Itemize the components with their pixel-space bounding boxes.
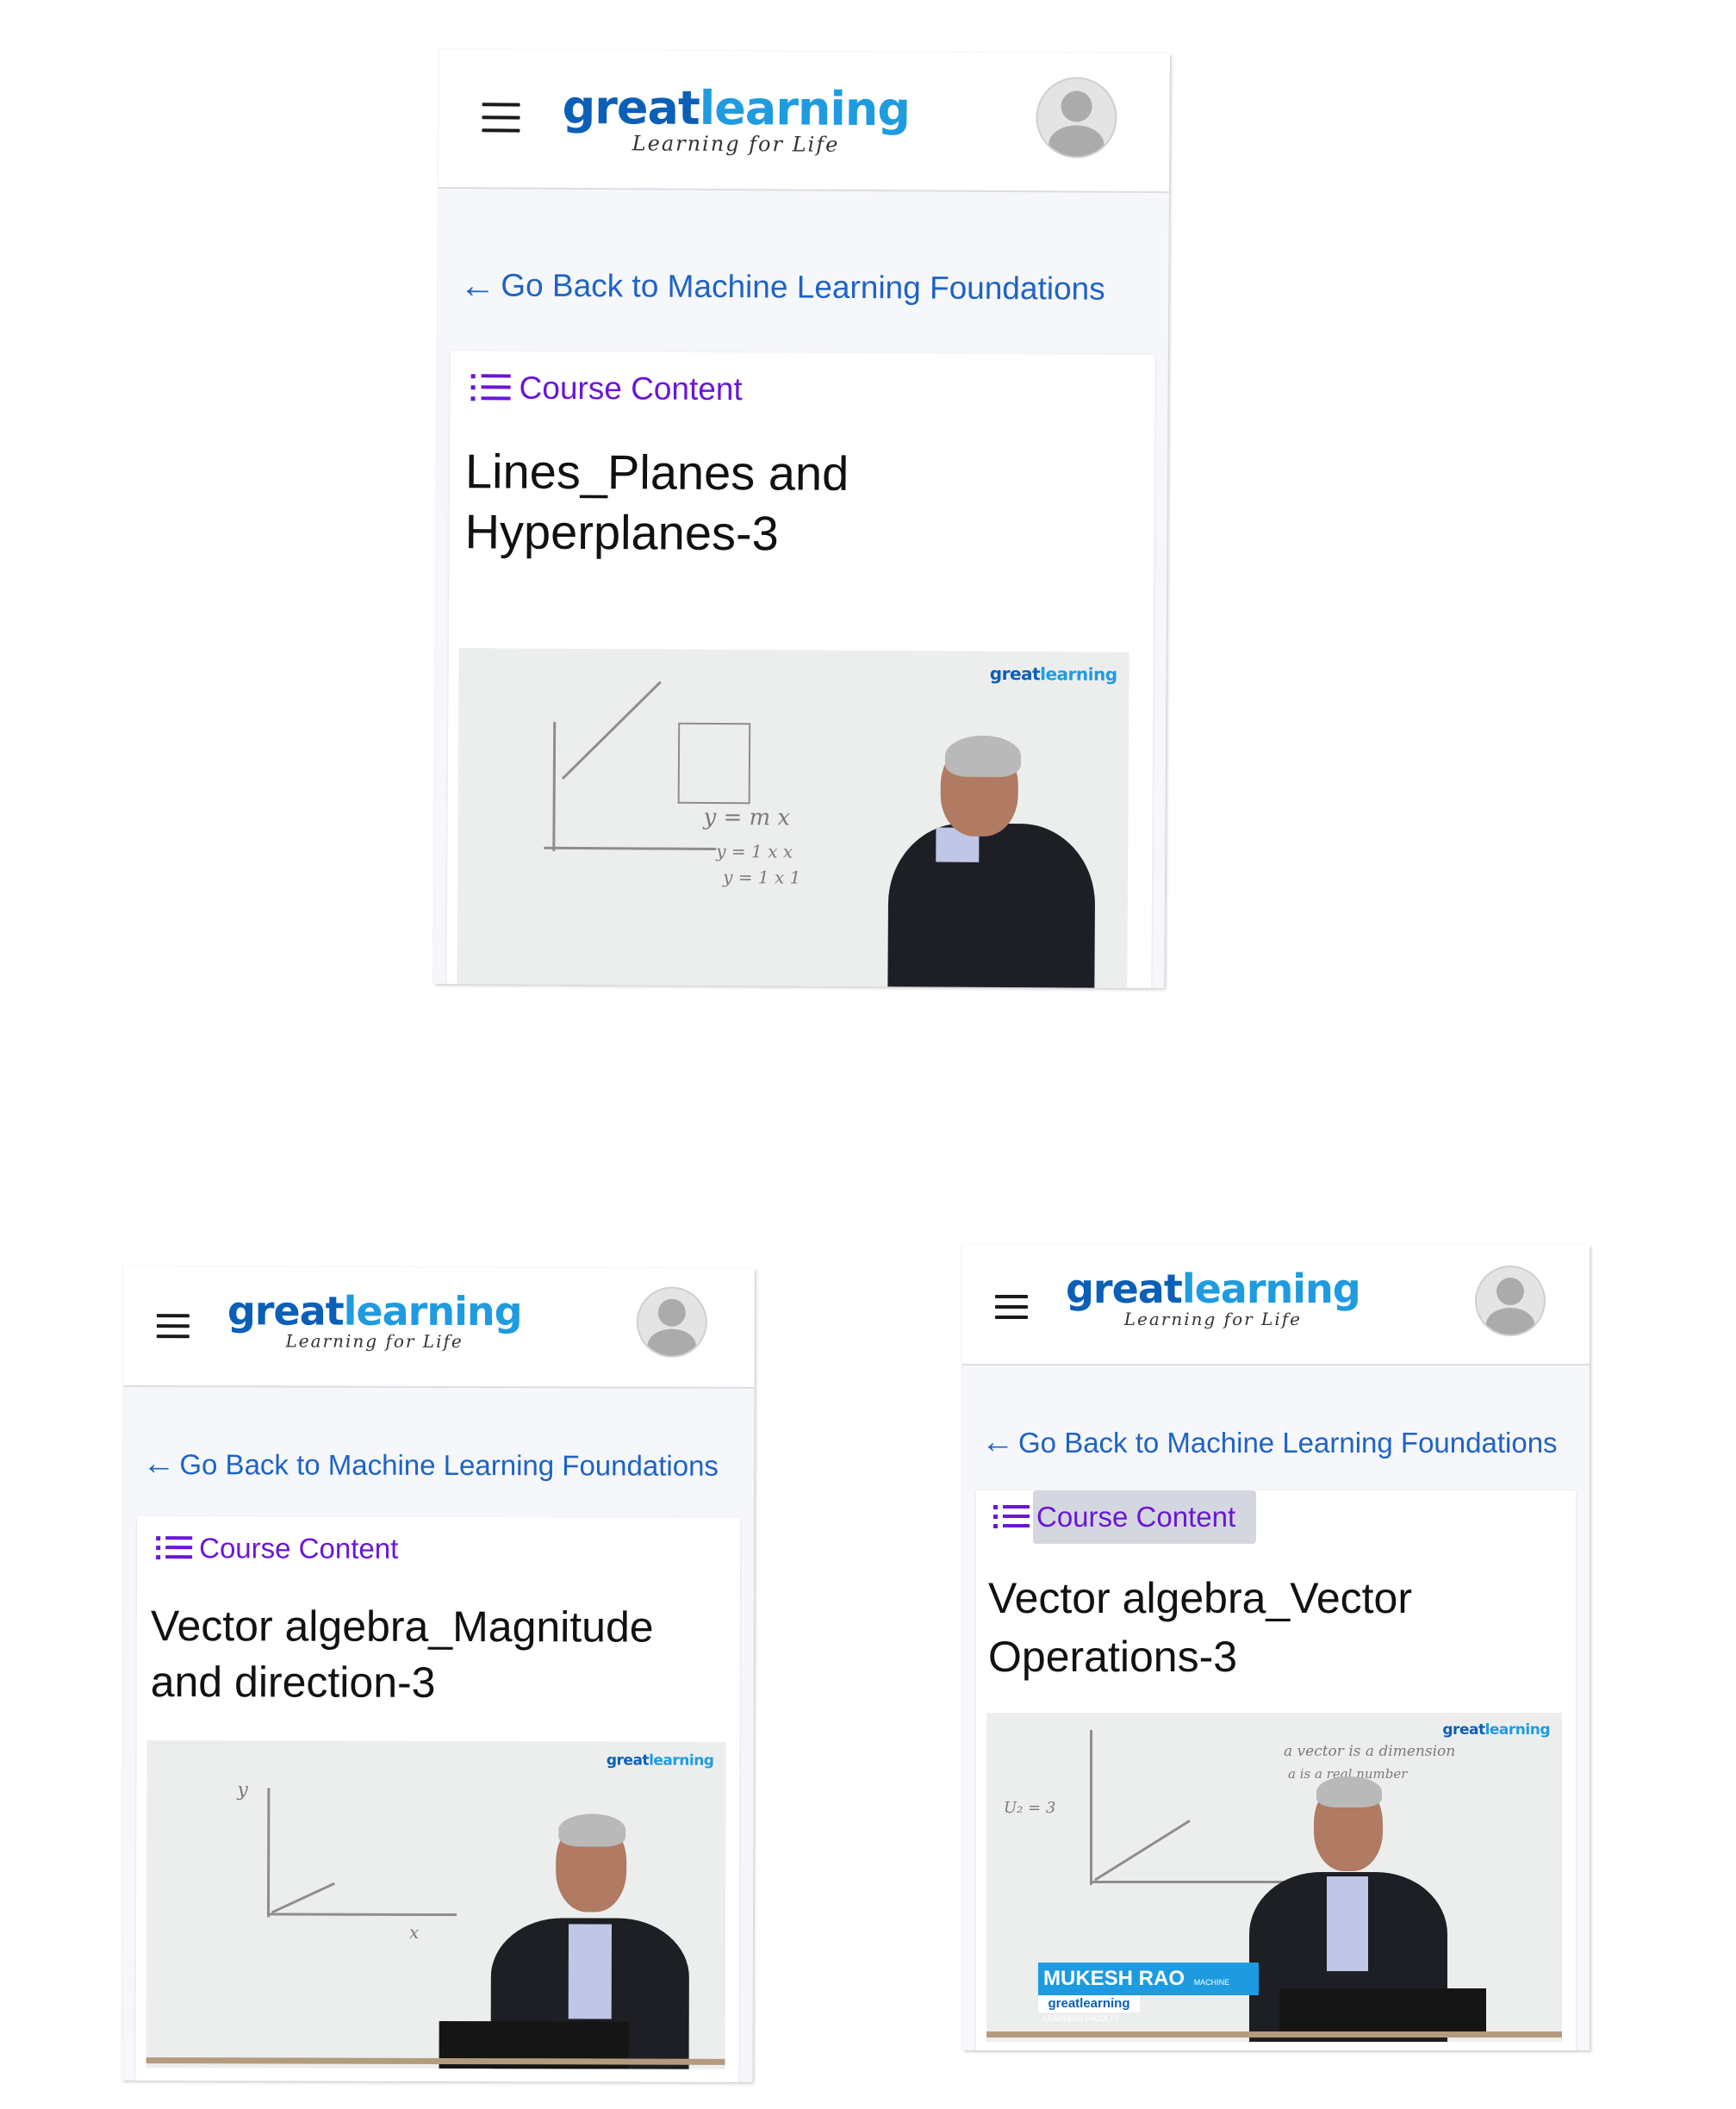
back-link-label: Go Back to Machine Learning Foundations (501, 267, 1105, 307)
presenter-shirt (1327, 1876, 1368, 1971)
logo-tagline: Learning for Life (1123, 1309, 1302, 1329)
greatlearning-logo[interactable]: greatlearning Learning for Life (562, 80, 910, 157)
greatlearning-logo[interactable]: greatlearning Learning for Life (1066, 1269, 1361, 1329)
course-content-label: Course Content (519, 370, 743, 407)
back-to-course-link[interactable]: ← Go Back to Machine Learning Foundation… (459, 264, 1105, 310)
board-note: a vector is a dimension (1284, 1743, 1456, 1760)
presenter-hair (558, 1813, 626, 1847)
presenter-org-banner: greatlearning (1038, 1995, 1140, 2013)
board-y-axis (552, 721, 557, 851)
presenter-hair (1316, 1776, 1382, 1807)
video-watermark-logo: greatlearning (1442, 1721, 1550, 1739)
course-content-button[interactable]: Course Content (470, 370, 743, 407)
top-nav-bar: greatlearning Learning for Life (123, 1266, 755, 1389)
board-equation: y = 1 x x (716, 840, 793, 862)
presenter-figure (887, 823, 1096, 989)
phone-screen-2: greatlearning Learning for Life ← Go Bac… (121, 1266, 755, 2082)
user-avatar-icon[interactable] (1475, 1266, 1546, 1336)
board-x-axis (544, 846, 717, 850)
list-icon (470, 372, 511, 403)
board-equation: y = m x (703, 804, 791, 831)
arrow-left-icon: ← (142, 1446, 176, 1483)
video-player[interactable]: greatlearning y x (146, 1740, 726, 2069)
user-avatar-icon[interactable] (636, 1286, 707, 1358)
list-icon (993, 1503, 1030, 1531)
board-label: x (408, 1921, 420, 1943)
hamburger-menu-icon[interactable] (482, 103, 520, 133)
presenter-shirt (568, 1924, 613, 2019)
board-x-axis (267, 1913, 457, 1917)
logo-tagline: Learning for Life (285, 1330, 464, 1353)
board-note: U₂ = 3 (1004, 1799, 1056, 1817)
user-avatar-icon[interactable] (1036, 77, 1117, 159)
video-watermark-logo: greatlearning (989, 663, 1117, 685)
presenter-hair (944, 735, 1022, 778)
video-player[interactable]: greatlearning a vector is a dimension a … (986, 1713, 1562, 2042)
board-line (561, 681, 662, 781)
course-content-label: Course Content (199, 1532, 399, 1565)
course-content-label: Course Content (1033, 1490, 1257, 1544)
lecture-card: Course Content Vector algebra_Vector Ope… (976, 1490, 1576, 2050)
video-watermark-logo: greatlearning (606, 1751, 714, 1770)
whiteboard-ledge (986, 2031, 1562, 2037)
list-icon (156, 1534, 193, 1562)
course-content-button[interactable]: Course Content (156, 1532, 398, 1565)
phone-screen-1: greatlearning Learning for Life ← Go Bac… (433, 49, 1170, 989)
back-to-course-link[interactable]: ← Go Back to Machine Learning Foundation… (981, 1424, 1558, 1461)
arrow-left-icon: ← (981, 1424, 1014, 1460)
hamburger-menu-icon[interactable] (995, 1295, 1028, 1319)
greatlearning-logo[interactable]: greatlearning Learning for Life (227, 1287, 522, 1353)
lecture-title: Vector algebra_Magnitude and direction-3 (150, 1602, 654, 1707)
hamburger-menu-icon[interactable] (156, 1314, 190, 1339)
lecture-title: Lines_Planes and Hyperplanes-3 (464, 444, 849, 561)
back-link-label: Go Back to Machine Learning Foundations (179, 1447, 719, 1482)
board-equation: y = 1 x 1 (723, 867, 801, 888)
board-table (677, 722, 751, 805)
top-nav-bar: greatlearning Learning for Life (962, 1245, 1590, 1366)
podium (1279, 1988, 1486, 2036)
arrow-left-icon: ← (459, 264, 496, 306)
board-y-axis (1090, 1730, 1092, 1885)
video-player[interactable]: greatlearning y = m x y = 1 x x y = 1 x … (457, 648, 1129, 989)
whiteboard-ledge (146, 2057, 725, 2065)
course-content-button[interactable]: Course Content (993, 1490, 1257, 1544)
board-y-axis (267, 1788, 271, 1918)
presenter-name: MUKESH RAO (1043, 1967, 1185, 1990)
phone-screen-3: greatlearning Learning for Life ← Go Bac… (962, 1245, 1590, 2050)
lecture-title: Vector algebra_Vector Operations-3 (988, 1574, 1412, 1681)
presenter-name-banner: MUKESH RAO MACHINE LEARNING FACULTY (1038, 1963, 1259, 2023)
lecture-card: Course Content Vector algebra_Magnitude … (135, 1516, 741, 2082)
board-vector (271, 1882, 335, 1914)
board-vector (1094, 1820, 1191, 1882)
back-link-label: Go Back to Machine Learning Foundations (1018, 1426, 1558, 1459)
logo-tagline: Learning for Life (632, 131, 840, 157)
lecture-card: Course Content Lines_Planes and Hyperpla… (446, 351, 1155, 989)
board-label: y (237, 1779, 248, 1801)
back-to-course-link[interactable]: ← Go Back to Machine Learning Foundation… (142, 1446, 719, 1484)
top-nav-bar: greatlearning Learning for Life (439, 49, 1170, 194)
